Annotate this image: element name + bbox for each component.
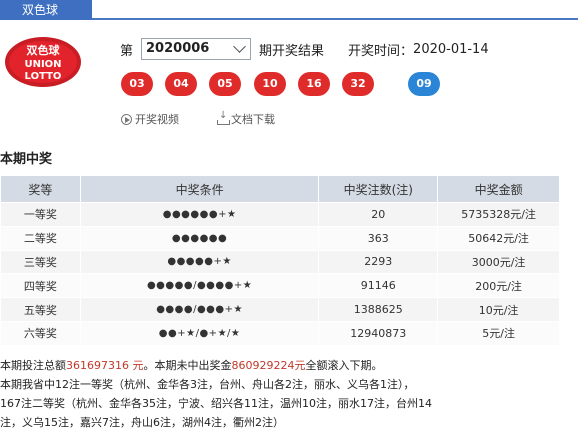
prize-amount: 50642元/注 (437, 225, 560, 251)
prize-condition: ●●●●●● (79, 225, 320, 251)
table-row: 二等奖 ●●●●●● 363 50642元/注 (0, 225, 560, 251)
play-video-icon (121, 113, 132, 125)
col-header-amount: 中奖金额 (437, 175, 560, 203)
blue-ball: 09 (408, 72, 440, 96)
prize-amount: 5735328元/注 (437, 202, 560, 227)
table-row: 六等奖 ●●+★/●+★/★ 12940873 5元/注 (0, 320, 560, 346)
download-link[interactable]: 文档下载 (231, 111, 275, 127)
red-ball: 32 (342, 72, 374, 96)
summary-text: 全额滚入下期。 (305, 359, 383, 372)
issue-suffix: 期开奖结果 (259, 43, 325, 59)
red-ball: 16 (298, 72, 330, 96)
issue-selector-row: 第 2020006 期开奖结果 开奖时间： 2020-01-14 (120, 38, 489, 60)
summary-line-4: 注，义乌15注，嘉兴7注，舟山6注，湖州4注，衢州2注） (0, 416, 284, 429)
prize-table: 奖等 中奖条件 中奖注数(注) 中奖金额 一等奖 ●●●●●●+★ 20 573… (0, 175, 560, 346)
draw-time-value: 2020-01-14 (413, 41, 489, 57)
summary-text: 。本期未中出奖金 (143, 359, 232, 372)
prize-condition: ●●●●●+★ (79, 249, 320, 275)
winner-count: 20 (318, 202, 439, 227)
prize-level: 六等奖 (0, 320, 81, 346)
prize-condition: ●●●●●●+★ (79, 202, 320, 227)
union-lotto-logo: 双色球 UNION LOTTO (5, 37, 81, 87)
red-ball: 03 (121, 72, 153, 96)
prize-amount: 5元/注 (437, 320, 560, 346)
winner-count: 91146 (318, 273, 439, 299)
draw-summary: 本期投注总额361697316 元。本期未中出奖金860929224元全额滚入下… (0, 356, 560, 432)
draw-time-label: 开奖时间： (348, 43, 414, 59)
winner-count: 1388625 (318, 297, 439, 322)
summary-line-1: 本期投注总额361697316 元。本期未中出奖金860929224元全额滚入下… (0, 356, 560, 375)
prize-amount: 10元/注 (437, 297, 560, 322)
table-row: 四等奖 ●●●●●/●●●●+★ 91146 200元/注 (0, 273, 560, 299)
col-header-level: 奖等 (0, 175, 81, 203)
rollover-amount: 860929224元 (231, 359, 306, 372)
prize-level: 四等奖 (0, 273, 81, 299)
prize-condition: ●●●●●/●●●●+★ (79, 273, 320, 299)
winner-count: 12940873 (318, 320, 439, 346)
table-row: 五等奖 ●●●●/●●●+★ 1388625 10元/注 (0, 297, 560, 322)
download-icon (217, 110, 230, 125)
logo-text-union: UNION (24, 59, 61, 70)
table-row: 一等奖 ●●●●●●+★ 20 5735328元/注 (0, 202, 560, 227)
tab-bar: 双色球 (0, 0, 578, 20)
red-ball: 05 (209, 72, 241, 96)
prize-condition: ●●●●/●●●+★ (79, 297, 320, 322)
chevron-down-icon (233, 40, 246, 53)
col-header-condition: 中奖条件 (79, 175, 320, 203)
prize-level: 一等奖 (0, 202, 81, 227)
section-title: 本期中奖 (0, 152, 53, 167)
winner-count: 2293 (318, 249, 439, 275)
red-ball: 04 (165, 72, 197, 96)
logo-text-lotto: LOTTO (25, 71, 62, 82)
summary-text: 本期投注总额 (0, 359, 66, 372)
tab-shuangseqiu[interactable]: 双色球 (0, 0, 92, 20)
prize-amount: 200元/注 (437, 273, 560, 299)
issue-select[interactable]: 2020006 (141, 38, 252, 60)
prize-condition: ●●+★/●+★/★ (79, 320, 320, 346)
table-header-row: 奖等 中奖条件 中奖注数(注) 中奖金额 (0, 175, 560, 203)
col-header-count: 中奖注数(注) (318, 175, 439, 203)
video-link[interactable]: 开奖视频 (135, 111, 179, 127)
red-ball: 10 (254, 72, 286, 96)
prize-level: 二等奖 (0, 225, 81, 251)
winner-count: 363 (318, 225, 439, 251)
issue-prefix: 第 (120, 43, 134, 59)
total-bet-amount: 361697316 元 (66, 359, 144, 372)
summary-line-3: 167注二等奖（杭州、金华各35注，宁波、绍兴各11注，温州10注，丽水17注，… (0, 397, 432, 410)
prize-amount: 3000元/注 (437, 249, 560, 275)
logo-text-cn: 双色球 (27, 43, 61, 57)
prize-level: 五等奖 (0, 297, 81, 322)
prize-level: 三等奖 (0, 249, 81, 275)
issue-select-value: 2020006 (146, 41, 210, 56)
summary-line-2: 本期我省中12注一等奖（杭州、金华各3注，台州、舟山各2注，丽水、义乌各1注）， (0, 378, 415, 391)
action-links: 开奖视频 文档下载 (121, 110, 275, 127)
table-row: 三等奖 ●●●●●+★ 2293 3000元/注 (0, 249, 560, 275)
